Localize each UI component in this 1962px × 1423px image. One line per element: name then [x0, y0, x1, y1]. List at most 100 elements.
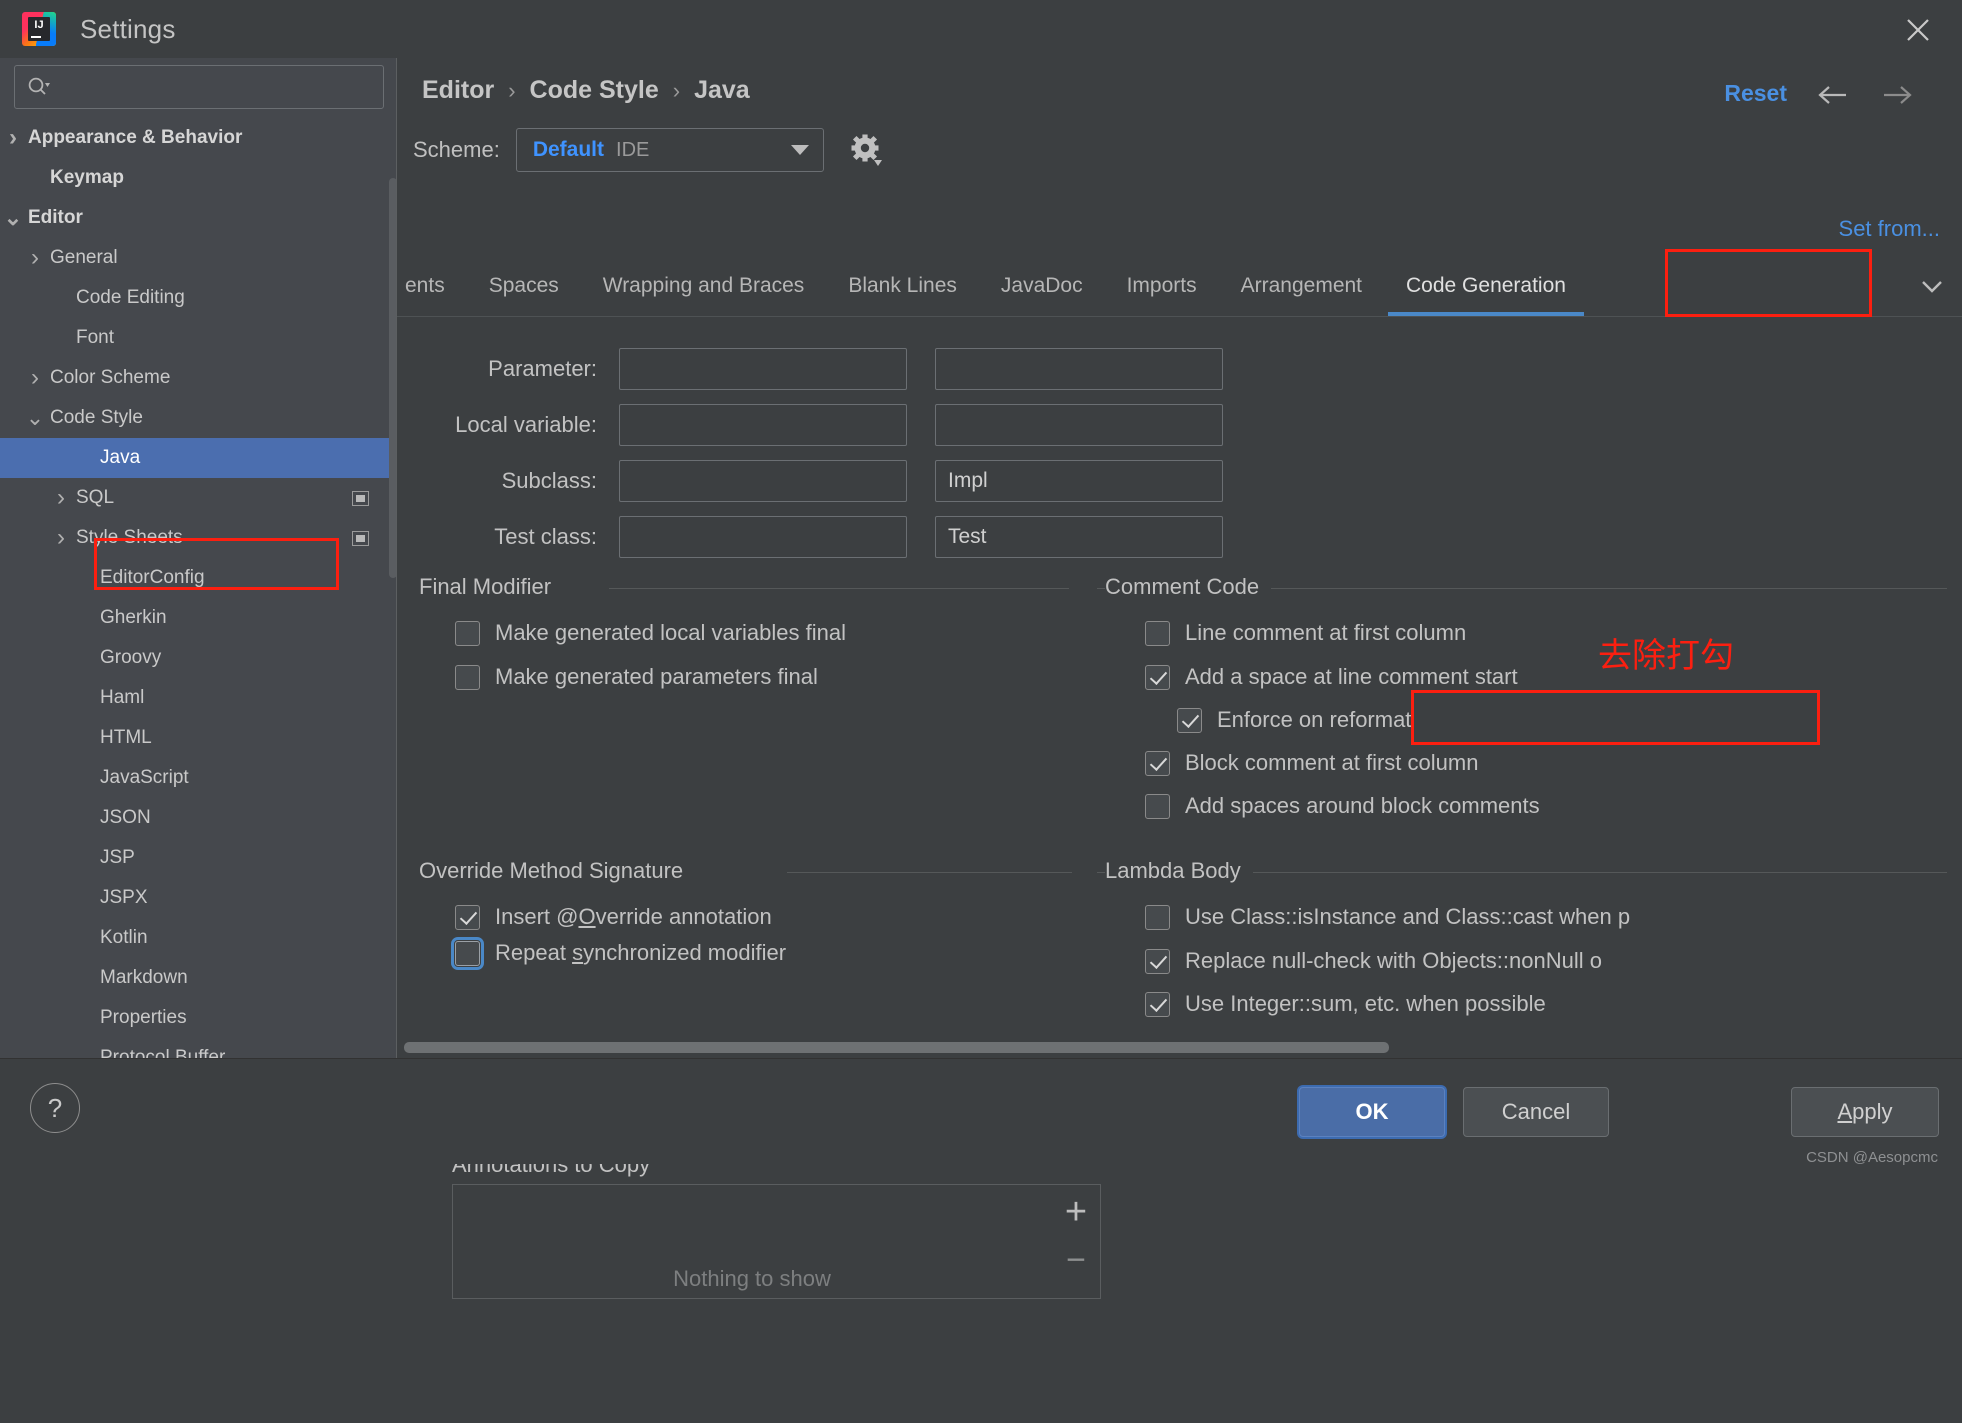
- sidebar-item-javascript[interactable]: JavaScript: [0, 758, 397, 798]
- checkbox-replace-null-check-nonnull[interactable]: Replace null-check with Objects::nonNull…: [1145, 948, 1602, 974]
- chevron-down-icon[interactable]: ⌄: [0, 207, 26, 229]
- tab-blank-lines[interactable]: Blank Lines: [826, 255, 979, 317]
- sidebar-item-style-sheets[interactable]: › Style Sheets: [0, 518, 397, 558]
- scheme-value: Default: [532, 138, 605, 161]
- tab-javadoc[interactable]: JavaDoc: [979, 255, 1105, 317]
- parameter-suffix-input[interactable]: [935, 348, 1223, 390]
- local-variable-suffix-input[interactable]: [935, 404, 1223, 446]
- checkbox-repeat-synchronized-modifier[interactable]: Repeat synchronized modifier: [451, 936, 786, 970]
- help-button[interactable]: ?: [30, 1083, 80, 1133]
- sidebar-item-java[interactable]: Java: [0, 438, 397, 478]
- annotations-to-copy-list[interactable]: Nothing to show: [452, 1184, 1052, 1299]
- arrow-right-icon[interactable]: [1880, 78, 1914, 112]
- checkbox-box[interactable]: [455, 664, 480, 690]
- checkbox-box[interactable]: [1145, 904, 1170, 930]
- checkbox-enforce-on-reformat[interactable]: Enforce on reformat: [1177, 707, 1411, 733]
- sidebar-item-code-style[interactable]: ⌄ Code Style: [0, 398, 397, 438]
- sidebar-item-html[interactable]: HTML: [0, 718, 397, 758]
- checkbox-box[interactable]: [1145, 750, 1170, 776]
- horizontal-scrollbar-thumb[interactable]: [404, 1042, 1389, 1053]
- cancel-button[interactable]: Cancel: [1463, 1087, 1609, 1137]
- parameter-prefix-input[interactable]: [619, 348, 907, 390]
- arrow-left-icon[interactable]: [1816, 78, 1850, 112]
- checkbox-use-class-isinstance-cast[interactable]: Use Class::isInstance and Class::cast wh…: [1145, 904, 1630, 930]
- sidebar-item-sql[interactable]: › SQL: [0, 478, 397, 518]
- checkbox-line-comment-first-column[interactable]: Line comment at first column: [1145, 620, 1466, 646]
- checkbox-box[interactable]: [1145, 620, 1170, 646]
- breadcrumb-item-java[interactable]: Java: [694, 76, 750, 105]
- sidebar-item-keymap[interactable]: Keymap: [0, 158, 397, 198]
- test-class-suffix-input[interactable]: [935, 516, 1223, 558]
- checkbox-box[interactable]: [451, 936, 484, 970]
- chevron-right-icon[interactable]: ›: [0, 124, 26, 152]
- checkbox-use-integer-sum[interactable]: Use Integer::sum, etc. when possible: [1145, 991, 1546, 1017]
- sidebar-item-protocol-buffer[interactable]: Protocol Buffer: [0, 1038, 397, 1058]
- checkbox-box[interactable]: [1145, 664, 1170, 690]
- checkbox-make-local-variables-final[interactable]: Make generated local variables final: [455, 620, 846, 646]
- intellij-logo-icon: IJ: [22, 12, 56, 46]
- close-icon[interactable]: [1898, 10, 1938, 50]
- field-label: Test class:: [494, 524, 597, 549]
- sidebar-item-haml[interactable]: Haml: [0, 678, 397, 718]
- checkbox-box[interactable]: [1177, 707, 1202, 733]
- chevron-right-icon[interactable]: ›: [48, 524, 74, 552]
- breadcrumb-item-editor[interactable]: Editor: [422, 76, 494, 105]
- tab-wrapping-and-braces[interactable]: Wrapping and Braces: [581, 255, 827, 317]
- checkbox-box[interactable]: [455, 620, 480, 646]
- search-field-wrapper[interactable]: [14, 65, 384, 109]
- checkbox-box[interactable]: [1145, 948, 1170, 974]
- sidebar-item-code-editing[interactable]: Code Editing: [0, 278, 397, 318]
- test-class-prefix-input[interactable]: [619, 516, 907, 558]
- sidebar-item-editorconfig[interactable]: EditorConfig: [0, 558, 397, 598]
- sidebar-item-editor[interactable]: ⌄ Editor: [0, 198, 397, 238]
- sidebar-item-markdown[interactable]: Markdown: [0, 958, 397, 998]
- subclass-prefix-input[interactable]: [619, 460, 907, 502]
- sidebar-item-gherkin[interactable]: Gherkin: [0, 598, 397, 638]
- plus-icon[interactable]: +: [1051, 1189, 1101, 1235]
- sidebar-item-label: Properties: [100, 1007, 187, 1028]
- sidebar-item-font[interactable]: Font: [0, 318, 397, 358]
- tab-ents[interactable]: ents: [397, 255, 467, 317]
- breadcrumb-item-code-style[interactable]: Code Style: [530, 76, 659, 105]
- chevron-down-icon[interactable]: [1914, 268, 1950, 304]
- subclass-suffix-input[interactable]: [935, 460, 1223, 502]
- tab-imports[interactable]: Imports: [1105, 255, 1219, 317]
- apply-button[interactable]: Apply: [1791, 1087, 1939, 1137]
- checkbox-insert-override-annotation[interactable]: Insert @Override annotation: [455, 904, 772, 930]
- sidebar-item-json[interactable]: JSON: [0, 798, 397, 838]
- checkbox-box[interactable]: [455, 904, 480, 930]
- chevron-down-icon[interactable]: ⌄: [22, 407, 48, 429]
- sidebar-item-label: Protocol Buffer: [100, 1047, 226, 1058]
- sidebar-item-jsp[interactable]: JSP: [0, 838, 397, 878]
- scheme-dropdown[interactable]: Default IDE: [515, 128, 824, 172]
- minus-icon[interactable]: −: [1051, 1237, 1101, 1283]
- chevron-right-icon[interactable]: ›: [22, 244, 48, 272]
- checkbox-add-spaces-block-comments[interactable]: Add spaces around block comments: [1145, 793, 1540, 819]
- sidebar-item-groovy[interactable]: Groovy: [0, 638, 397, 678]
- checkbox-box[interactable]: [1145, 793, 1170, 819]
- sidebar-item-jspx[interactable]: JSPX: [0, 878, 397, 918]
- title-bar-left: IJ Settings: [0, 12, 176, 46]
- ok-button[interactable]: OK: [1299, 1087, 1445, 1137]
- sidebar-item-appearance-behavior[interactable]: › Appearance & Behavior: [0, 118, 397, 158]
- checkbox-add-space-line-comment[interactable]: Add a space at line comment start: [1145, 664, 1518, 690]
- reset-button[interactable]: Reset: [1724, 80, 1787, 107]
- module-badge-icon: [352, 490, 369, 506]
- chevron-right-icon[interactable]: ›: [48, 484, 74, 512]
- sidebar-item-kotlin[interactable]: Kotlin: [0, 918, 397, 958]
- chevron-right-icon[interactable]: ›: [22, 364, 48, 392]
- checkbox-block-comment-first-column[interactable]: Block comment at first column: [1145, 750, 1478, 776]
- local-variable-prefix-input[interactable]: [619, 404, 907, 446]
- set-from-link[interactable]: Set from...: [1839, 216, 1940, 242]
- search-input[interactable]: [51, 76, 383, 98]
- gear-icon[interactable]: [848, 132, 884, 168]
- sidebar-item-properties[interactable]: Properties: [0, 998, 397, 1038]
- tab-arrangement[interactable]: Arrangement: [1219, 255, 1384, 317]
- tab-label: Spaces: [488, 274, 559, 297]
- sidebar-item-general[interactable]: › General: [0, 238, 397, 278]
- checkbox-make-parameters-final[interactable]: Make generated parameters final: [455, 664, 818, 690]
- tab-spaces[interactable]: Spaces: [467, 255, 581, 317]
- checkbox-box[interactable]: [1145, 991, 1170, 1017]
- tab-code-generation[interactable]: Code Generation: [1384, 255, 1588, 317]
- sidebar-item-color-scheme[interactable]: › Color Scheme: [0, 358, 397, 398]
